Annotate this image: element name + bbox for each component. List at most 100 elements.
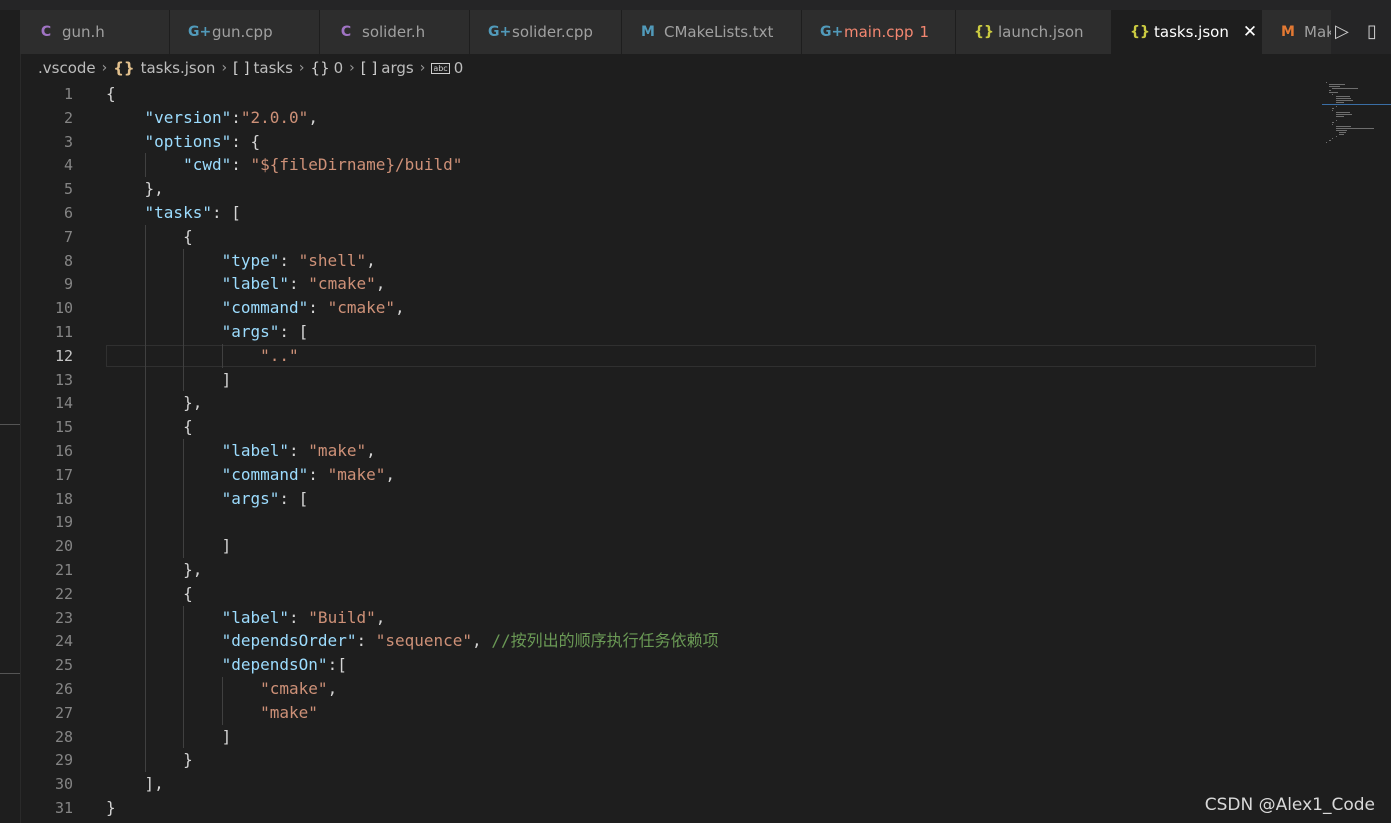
code-line[interactable]: 22 { — [20, 582, 1320, 606]
breadcrumb-item[interactable]: 0 — [454, 59, 464, 77]
line-number: 10 — [54, 299, 73, 318]
code-line[interactable]: 26 "cmake", — [20, 677, 1320, 701]
breadcrumb-item[interactable]: args — [381, 59, 413, 77]
code-line[interactable]: 7 { — [20, 225, 1320, 249]
code-line[interactable]: 14 }, — [20, 391, 1320, 415]
code-line[interactable]: 29 } — [20, 748, 1320, 772]
editor-tab-bar: Cgun.h G+ gun.cpp Csolider.h G+ solider.cpp M C… — [20, 10, 1391, 54]
tab-tasks-json[interactable]: {} tasks.json ✕ — [1112, 10, 1262, 54]
code-token: , — [375, 274, 386, 294]
code-token: , — [375, 607, 386, 627]
run-icon[interactable]: ▷ — [1335, 21, 1349, 42]
code-token: "options" — [144, 131, 232, 151]
code-line[interactable]: 30 ], — [20, 772, 1320, 796]
code-line[interactable]: 10 "command": "cmake", — [20, 296, 1320, 320]
minimap-line — [1335, 116, 1344, 117]
code-token: //按列出的顺序执行任务依赖项 — [491, 631, 719, 651]
indent-guide — [183, 605, 185, 630]
code-line[interactable]: 25 "dependsOn":[ — [20, 653, 1320, 677]
indent-guide — [183, 439, 185, 463]
code-token: , — [366, 250, 376, 270]
code-token: { — [106, 84, 116, 103]
line-code: }, — [106, 177, 164, 201]
code-token: "label" — [221, 607, 290, 627]
breadcrumb-folder[interactable]: .vscode — [38, 59, 96, 77]
close-icon[interactable]: ✕ — [1243, 22, 1257, 42]
tab-gun-cpp[interactable]: G+ gun.cpp — [170, 10, 320, 54]
indent-guide — [221, 677, 223, 701]
line-number: 25 — [54, 656, 73, 675]
code-token: { — [106, 417, 193, 437]
chevron-right-icon: › — [221, 60, 228, 76]
code-line[interactable]: 5 }, — [20, 177, 1320, 201]
code-line[interactable]: 12 ".." — [20, 344, 1320, 368]
indent-guide — [183, 629, 185, 654]
code-line[interactable]: 27 "make" — [20, 701, 1320, 725]
code-line[interactable]: 13 ] — [20, 368, 1320, 392]
minimap[interactable] — [1322, 82, 1391, 152]
code-line[interactable]: 2 "version":"2.0.0", — [20, 106, 1320, 130]
tab-main-cpp[interactable]: G+ main.cpp 1 — [802, 10, 956, 54]
minimap-line — [1335, 136, 1337, 137]
line-number: 15 — [54, 418, 73, 437]
indent-guide — [183, 296, 185, 320]
code-token: } — [106, 798, 116, 817]
breadcrumb: .vscode › {} tasks.json ›[ ] tasks ›{} 0 ›[ … — [38, 56, 463, 80]
code-line[interactable]: 3 "options": { — [20, 130, 1320, 154]
indent-guide — [144, 320, 146, 344]
line-code: } — [106, 796, 116, 820]
code-token: : — [289, 274, 309, 294]
c-header-icon: C — [340, 24, 352, 40]
line-number: 31 — [54, 799, 73, 817]
tab-cmakelists-txt[interactable]: M CMakeLists.txt — [622, 10, 802, 54]
code-token: "label" — [221, 441, 290, 460]
breadcrumb-item[interactable]: 0 — [334, 59, 344, 77]
line-number: 22 — [54, 584, 73, 603]
code-token: "cwd" — [183, 155, 232, 175]
tab-gun-h[interactable]: Cgun.h — [20, 10, 170, 54]
split-editor-icon[interactable]: ▯ — [1367, 21, 1377, 42]
code-line[interactable]: 4 "cwd": "${fileDirname}/build" — [20, 153, 1320, 177]
code-line[interactable]: 17 "command": "make", — [20, 463, 1320, 487]
minimap-line — [1332, 94, 1334, 95]
tab-solider-h[interactable]: Csolider.h — [320, 10, 470, 54]
makefile-icon: M — [1281, 24, 1295, 40]
code-token: , — [385, 464, 395, 484]
code-line[interactable]: 11 "args": [ — [20, 320, 1320, 344]
code-line[interactable]: 1{ — [20, 82, 1320, 106]
indent-guide — [183, 248, 185, 273]
code-line[interactable]: 21 }, — [20, 558, 1320, 582]
tab-label: CMakeLists.txt — [664, 23, 774, 41]
code-token: :[ — [327, 655, 347, 675]
line-code: "label": "cmake", — [106, 272, 386, 296]
code-line[interactable]: 9 "label": "cmake", — [20, 272, 1320, 296]
code-token: ], — [106, 774, 164, 794]
code-line[interactable]: 23 "label": "Build", — [20, 606, 1320, 630]
code-line[interactable]: 8 "type": "shell", — [20, 249, 1320, 273]
cmake-file-icon: M — [641, 24, 655, 40]
breadcrumb-item[interactable]: tasks — [254, 59, 293, 77]
code-line[interactable]: 16 "label": "make", — [20, 439, 1320, 463]
line-number: 5 — [63, 180, 73, 199]
code-line[interactable]: 31} — [20, 796, 1320, 820]
cpp-file-icon: G+ — [820, 24, 844, 40]
code-line[interactable]: 15 { — [20, 415, 1320, 439]
tab-solider-cpp[interactable]: G+ solider.cpp — [470, 10, 622, 54]
code-line[interactable]: 6 "tasks": [ — [20, 201, 1320, 225]
indent-guide — [144, 724, 146, 749]
code-line[interactable]: 28 ] — [20, 725, 1320, 749]
code-line[interactable]: 24 "dependsOrder": "sequence", //按列出的顺序执… — [20, 629, 1320, 653]
code-line[interactable]: 18 "args": [ — [20, 487, 1320, 511]
code-line[interactable]: 19 — [20, 510, 1320, 534]
line-code: ".." — [106, 344, 299, 368]
code-editor[interactable]: 1{2 "version":"2.0.0", 3 "options": {4 "c… — [20, 82, 1320, 823]
code-line[interactable]: 20 ] — [20, 534, 1320, 558]
breadcrumb-file[interactable]: tasks.json — [141, 59, 216, 77]
tab-launch-json[interactable]: {} launch.json — [956, 10, 1112, 54]
code-token: , — [327, 679, 338, 698]
indent-guide — [144, 296, 146, 320]
code-token: "${fileDirname}/build" — [250, 155, 463, 175]
